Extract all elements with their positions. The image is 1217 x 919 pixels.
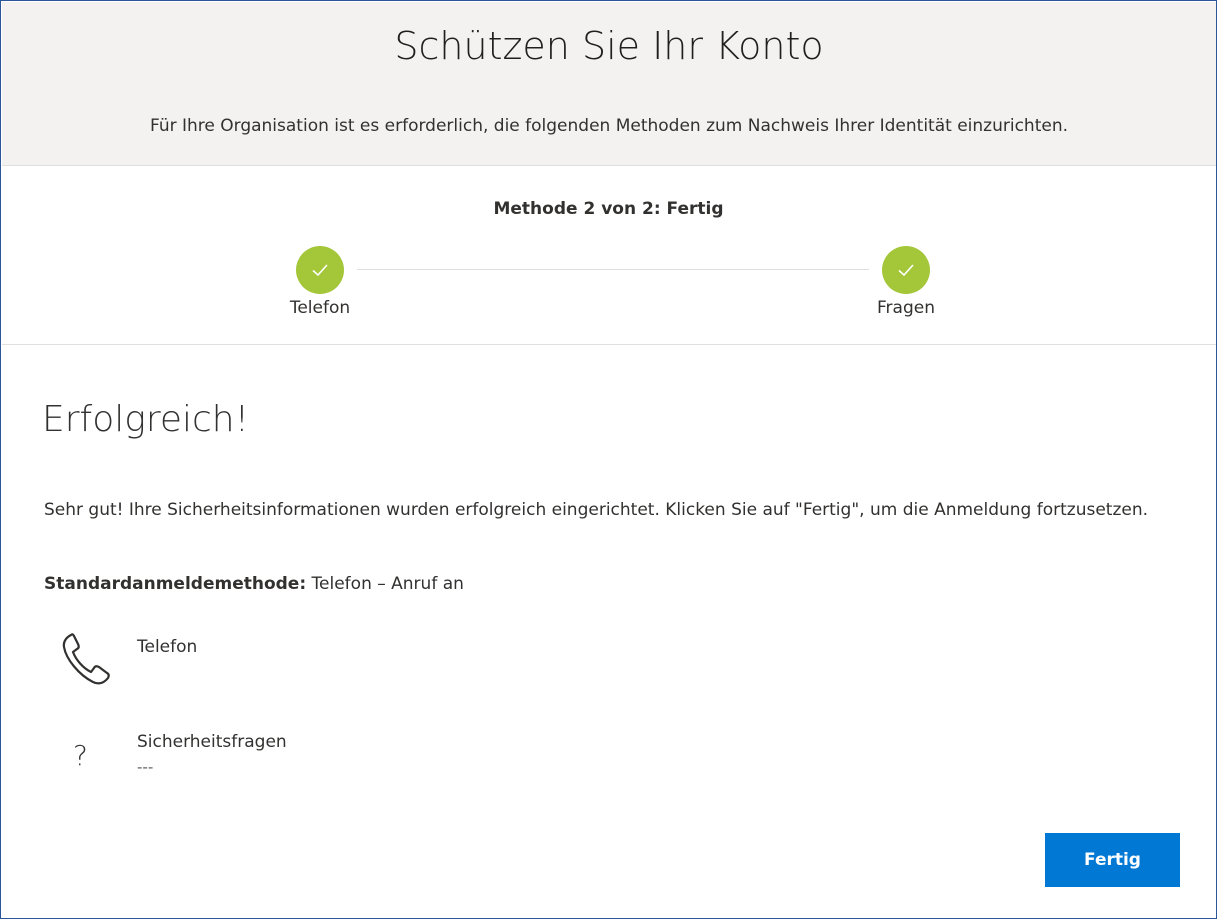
default-method: Standardanmeldemethode: Telefon – Anruf … [44,574,464,594]
default-method-value: Telefon – Anruf an [311,574,464,594]
method-detail-sicherheitsfragen: --- [137,758,154,776]
method-name-telefon: Telefon [137,637,198,657]
progress-line [357,269,869,270]
page-header: Schützen Sie Ihr Konto Für Ihre Organisa… [2,2,1216,166]
success-message: Sehr gut! Ihre Sicherheitsinformationen … [44,500,1149,520]
step-telefon-complete [296,246,344,294]
checkmark-icon [898,264,914,277]
default-method-label: Standardanmeldemethode: [44,574,307,594]
step-label-fragen: Fragen [877,298,935,318]
success-title: Erfolgreich! [42,399,250,440]
phone-icon [62,633,110,685]
step-fragen-complete [882,246,930,294]
method-name-sicherheitsfragen: Sicherheitsfragen [137,732,287,752]
question-icon: ? [73,739,88,772]
done-button[interactable]: Fertig [1045,833,1180,887]
step-label-telefon: Telefon [289,298,351,318]
setup-window: Schützen Sie Ihr Konto Für Ihre Organisa… [0,0,1217,919]
section-divider [2,344,1216,345]
progress-label: Methode 2 von 2: Fertig [493,199,724,219]
checkmark-icon [312,264,328,277]
page-title: Schützen Sie Ihr Konto [394,24,824,68]
page-subtitle: Für Ihre Organisation ist es erforderlic… [149,116,1069,136]
